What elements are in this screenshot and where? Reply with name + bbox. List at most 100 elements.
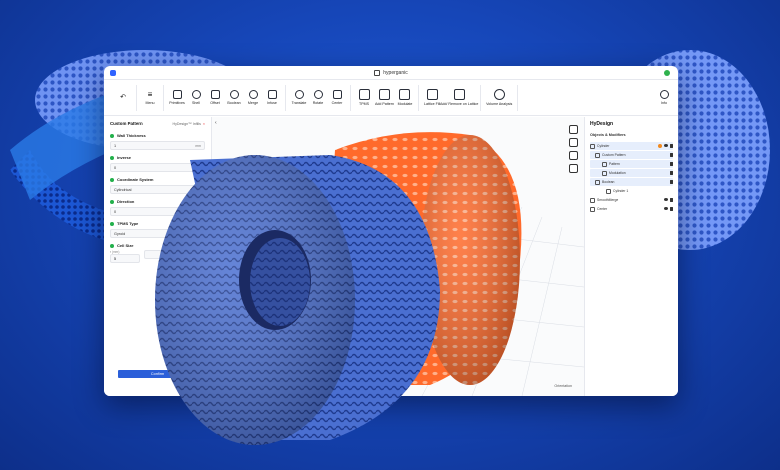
offset-icon (210, 90, 220, 99)
title-bar: hyperganic (104, 66, 678, 80)
toolbar-button-center[interactable]: Center (329, 90, 345, 105)
toolbar-button-rotate[interactable]: Rotate (310, 90, 326, 105)
orientation-label: Orientation (554, 384, 572, 388)
eye-icon[interactable] (664, 207, 668, 210)
toolbar-group-pattern: TPMS Add Pattern Modulate (351, 84, 419, 111)
check-icon (110, 133, 114, 138)
tree-item-pattern[interactable]: Pattern (590, 160, 673, 168)
render-mode-icon[interactable] (569, 151, 578, 160)
toolbar-button-primitives[interactable]: Primitives (169, 90, 185, 105)
toolbar-button-lattice-edit[interactable]: Add/ Remove on Lattice (440, 89, 478, 106)
toolbar-group-menu: ≡ Menu (137, 84, 164, 111)
rotate-icon (313, 90, 323, 99)
infuse-icon (267, 90, 277, 99)
viewport-tools (569, 125, 578, 173)
toolbar-group-analysis: Volume Analysis (481, 84, 519, 111)
section-view-icon[interactable] (569, 164, 578, 173)
coordinate-system-select[interactable]: Cylindrical ▾ (110, 185, 205, 194)
pattern-icon (595, 152, 600, 158)
check-icon (110, 221, 114, 226)
tree-item-cylinder-1[interactable]: Cylinder 1 (590, 187, 673, 195)
toolbar-button-volume-analysis[interactable]: Volume Analysis (486, 89, 512, 106)
toolbar-button-lattice-fill[interactable]: Lattice Fill (424, 89, 440, 106)
objects-modifiers-heading: Objects & Modifiers (590, 133, 626, 137)
toolbar-button-merge[interactable]: Merge (245, 90, 261, 105)
tpms-icon (358, 89, 370, 100)
info-icon (659, 90, 669, 99)
volume-analysis-icon (493, 89, 505, 100)
app-name: hyperganic (383, 69, 408, 76)
toolbar-button-add-pattern[interactable]: Add Pattern (375, 89, 394, 106)
boolean-icon (595, 179, 600, 185)
center-icon (590, 206, 595, 212)
app-window: hyperganic ↶ ≡ Menu Primitives Shell Off… (104, 66, 678, 396)
cube-icon (172, 90, 182, 99)
field-coordinate-system: Coordinate System Cylindrical ▾ (110, 177, 205, 194)
view-cube-icon[interactable] (569, 138, 578, 147)
confirm-button[interactable]: Confirm (118, 370, 197, 378)
toolbar-button-modulate[interactable]: Modulate (397, 89, 413, 106)
eye-icon[interactable] (664, 144, 668, 147)
panel-title: Custom Pattern (110, 121, 143, 126)
toolbar-group-geometry: Primitives Shell Offset Boolean Merge In… (164, 84, 286, 111)
main-toolbar: ↶ ≡ Menu Primitives Shell Offset Boolean… (104, 80, 678, 116)
field-tpms-type: TPMS Type Gyroid (110, 221, 205, 238)
merge-icon (590, 197, 595, 203)
toolbar-button-boolean[interactable]: Boolean (226, 90, 242, 105)
cell-size-r-input[interactable]: 5 (110, 254, 140, 263)
close-icon[interactable]: × (203, 122, 205, 126)
toolbar-button-infuse[interactable]: Infuse (264, 90, 280, 105)
trash-icon[interactable] (670, 207, 673, 211)
tree-item-cylinder[interactable]: Cylinder (590, 142, 673, 150)
trash-icon[interactable] (670, 153, 673, 157)
tpms-type-select[interactable]: Gyroid (110, 229, 205, 238)
trash-icon[interactable] (670, 171, 673, 175)
fit-view-icon[interactable] (569, 125, 578, 134)
info-button[interactable]: Info (656, 90, 672, 105)
lattice-fill-icon (426, 89, 438, 100)
eye-icon[interactable] (664, 198, 668, 201)
wall-thickness-input[interactable]: 1 mm (110, 141, 205, 150)
toolbar-button-tpms[interactable]: TPMS (356, 89, 372, 106)
properties-panel: Custom Pattern HyDesign™ Infills × Wall … (104, 117, 212, 396)
app-icon[interactable] (110, 70, 116, 76)
toolbar-button-offset[interactable]: Offset (207, 90, 223, 105)
trash-icon[interactable] (670, 198, 673, 202)
undo-icon: ↶ (120, 93, 126, 101)
tree-item-smoothmerge[interactable]: SmoothMerge (590, 196, 673, 204)
center-icon (332, 90, 342, 99)
trash-icon[interactable] (670, 162, 673, 166)
modulate-icon (399, 89, 411, 100)
undo-button[interactable]: ↶ (115, 93, 131, 103)
toolbar-button-shell[interactable]: Shell (188, 90, 204, 105)
tree-item-custom-pattern[interactable]: Custom Pattern (590, 151, 673, 159)
cylinder-icon (606, 188, 611, 194)
menu-icon: ≡ (147, 89, 153, 99)
shell-icon (191, 90, 201, 99)
tree-item-center[interactable]: Center (590, 205, 673, 213)
tree-item-boolean[interactable]: Boolean (590, 178, 673, 186)
field-wall-thickness: Wall Thickness 1 mm (110, 133, 205, 150)
user-avatar[interactable] (664, 70, 670, 76)
add-pattern-icon (378, 89, 390, 100)
panel-header: Custom Pattern HyDesign™ Infills × (110, 121, 205, 126)
chevron-down-icon: ▾ (199, 187, 201, 192)
toolbar-group-undo: ↶ (110, 84, 137, 111)
lattice-edit-icon (453, 89, 465, 100)
check-icon (110, 243, 114, 248)
trash-icon[interactable] (670, 144, 673, 148)
cylinder-icon (590, 143, 595, 149)
field-direction: Direction 0 (110, 199, 205, 216)
pattern-icon (602, 161, 607, 167)
warning-icon (658, 144, 662, 148)
toolbar-button-menu[interactable]: ≡ Menu (142, 89, 158, 105)
inverse-input[interactable]: 0 mm (110, 163, 205, 172)
toolbar-button-translate[interactable]: Translate (291, 90, 307, 105)
modulation-icon (602, 170, 607, 176)
3d-viewport[interactable]: ‹ Orientation (212, 117, 584, 396)
tree-item-modulation[interactable]: Modulation (590, 169, 673, 177)
trash-icon[interactable] (670, 180, 673, 184)
direction-input[interactable]: 0 (110, 207, 205, 216)
panel-subtitle: HyDesign™ Infills × (172, 121, 205, 126)
cell-size-theta-input[interactable] (144, 250, 174, 259)
